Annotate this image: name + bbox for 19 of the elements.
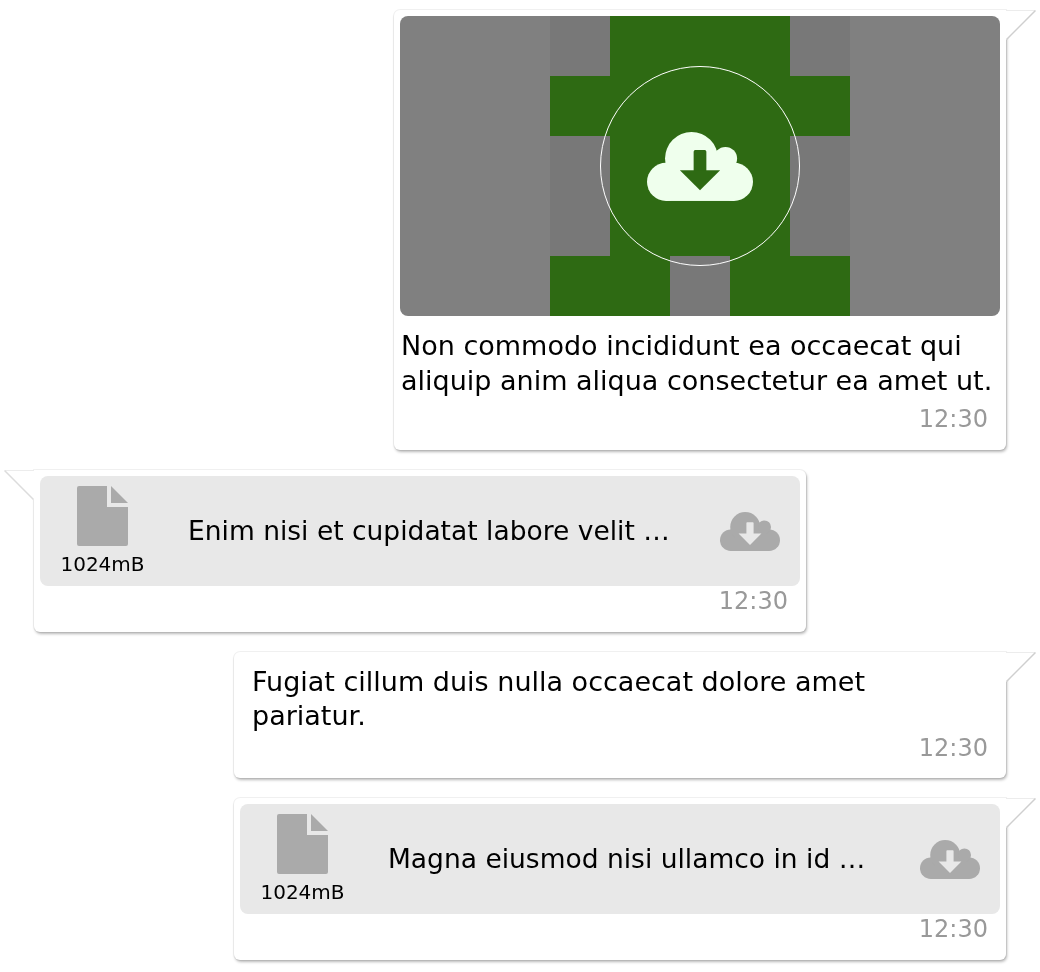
file-icon	[77, 486, 128, 546]
cloud-download-icon[interactable]	[720, 511, 780, 551]
cloud-download-icon	[647, 131, 753, 201]
bubble-tail	[1006, 798, 1036, 828]
file-icon	[277, 814, 328, 874]
bubble-tail	[4, 470, 34, 500]
bubble-tail	[1006, 652, 1036, 682]
file-size: 1024mB	[260, 880, 345, 904]
message-text: Non commodo incididunt ea occaecat qui aliquip anim aliqua consectetur ea amet ut.	[401, 329, 994, 398]
message-time: 12:30	[918, 914, 988, 944]
message-time: 12:30	[918, 733, 988, 763]
file-size: 1024mB	[60, 552, 145, 576]
file-name: Enim nisi et cupidatat labore velit …	[188, 514, 670, 548]
message-time: 12:30	[718, 586, 788, 616]
cloud-download-icon[interactable]	[920, 839, 980, 879]
file-name: Magna eiusmod nisi ullamco in id …	[388, 842, 866, 876]
bubble-tail	[1006, 10, 1036, 40]
message-text: Fugiat cillum duis nulla occaecat dolore amet pariatur.	[252, 665, 866, 733]
message-time: 12:30	[918, 404, 988, 434]
